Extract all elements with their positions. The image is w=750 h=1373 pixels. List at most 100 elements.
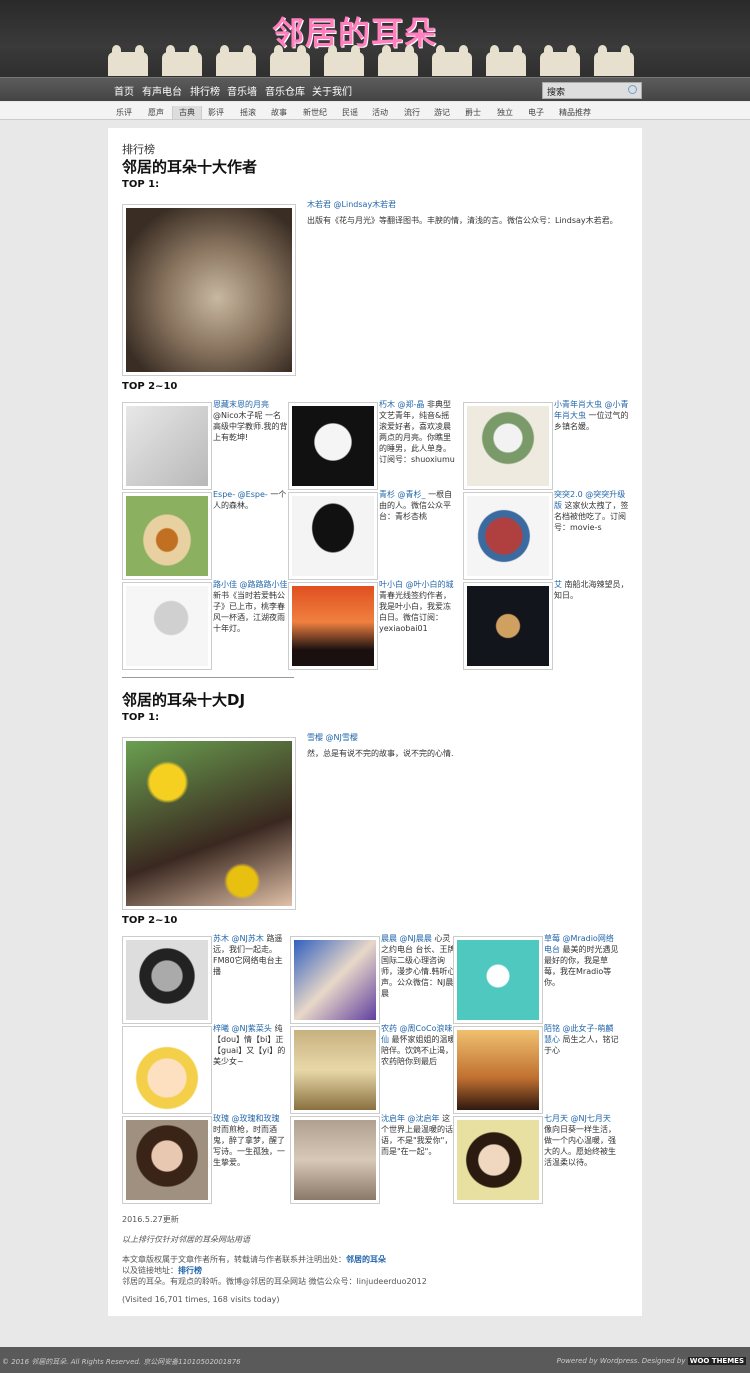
dj-name[interactable]: 七月天 @NJ七月天 — [544, 1114, 611, 1123]
dj-info: 梓曦 @NJ紫菜头 纯【dou】情【bi】正【guai】又【yi】的美少女~ — [213, 1023, 289, 1067]
author-name[interactable]: 路小佳 @路路路小佳 — [213, 580, 288, 589]
dj-photo[interactable] — [453, 936, 543, 1024]
footer-copyright: © 2016 邻居的耳朵. All Rights Reserved. 京公网安备… — [2, 1358, 241, 1366]
dj-name[interactable]: 苏木 @NJ苏木 — [213, 934, 264, 943]
woothemes-logo[interactable]: WOO THEMES — [687, 1357, 746, 1365]
update-date: 2016.5.27更新 — [122, 1215, 179, 1224]
author-photo[interactable] — [288, 402, 378, 490]
dj-name[interactable]: 晨晨 @NJ晨晨 — [381, 934, 432, 943]
search-icon[interactable] — [628, 85, 637, 94]
site-link[interactable]: 邻居的耳朵 — [346, 1255, 386, 1264]
author-info: 突突2.0 @突突升级版 这家伙太拽了，签名档被他吃了。订阅号：movie-s — [554, 489, 630, 533]
dj-name[interactable]: 玫瑰 @玫瑰和玫瑰 — [213, 1114, 280, 1123]
subnav-item[interactable]: 独立 — [497, 107, 513, 118]
authors-top1-label: TOP 1: — [122, 179, 160, 190]
author-photo[interactable] — [463, 492, 553, 580]
subnav-item[interactable]: 精品推荐 — [559, 107, 591, 118]
author-photo[interactable] — [288, 492, 378, 580]
author-name[interactable]: 青杉 @青杉_ — [379, 490, 426, 499]
nav-radio[interactable]: 有声电台 — [142, 83, 182, 98]
author-photo[interactable] — [463, 582, 553, 670]
author-name[interactable]: 叶小白 @叶小白的城 — [379, 580, 454, 589]
dj-info: 苏木 @NJ苏木 路遥远，我们一起走。FM80它网络电台主播 — [213, 933, 289, 977]
subnav-item[interactable]: 影评 — [208, 107, 224, 118]
dj-top1-label: TOP 1: — [122, 712, 160, 723]
ranking-link[interactable]: 排行榜 — [178, 1266, 202, 1275]
author-info: 小青年肖大虫 @小青年肖大虫 一位过气的乡镇名媛。 — [554, 399, 630, 432]
section-divider — [122, 677, 294, 678]
subnav-item[interactable]: 活动 — [372, 107, 388, 118]
author-photo[interactable] — [122, 402, 212, 490]
dj-photo[interactable] — [122, 936, 212, 1024]
author-name[interactable]: 朽木 @郑-晶 — [379, 400, 424, 409]
subnav-item[interactable]: 乐评 — [116, 107, 132, 118]
author-name[interactable]: 艾 — [554, 580, 562, 589]
dj-photo[interactable] — [453, 1026, 543, 1114]
subnav-item[interactable]: 新世纪 — [303, 107, 327, 118]
author-top1-photo[interactable] — [122, 204, 296, 376]
dj-photo[interactable] — [122, 1026, 212, 1114]
nav-home[interactable]: 首页 — [114, 83, 134, 98]
footer-credits: Powered by Wordpress. Designed by WOO TH… — [556, 1357, 746, 1365]
site-footer: © 2016 邻居的耳朵. All Rights Reserved. 京公网安备… — [0, 1347, 750, 1373]
dj-desc: 最怀家姐姐的温暖陪伴。饮鸩不止渴，农药陪你到最后 — [381, 1035, 456, 1066]
author-name[interactable]: 恩藏末恩的月亮 — [213, 400, 269, 409]
subnav-item[interactable]: 古典 — [172, 106, 202, 119]
copyright-line-1: 本文章版权属于文章作者所有，转载请与作者联系并注明出处：邻居的耳朵 — [122, 1255, 386, 1264]
author-top1-desc: 出版有《花与月光》等翻译图书。丰腴的情，清浅的言。微信公众号：Lindsay木若… — [307, 216, 618, 225]
author-info: 青杉 @青杉_ 一根自由的人。微信公众平台：青杉杏桃 — [379, 489, 455, 522]
main-nav: 首页 有声电台 排行榜 音乐墙 音乐仓库 关于我们 搜索 — [0, 77, 750, 101]
dj-photo[interactable] — [453, 1116, 543, 1204]
nav-music-warehouse[interactable]: 音乐仓库 — [265, 83, 305, 98]
author-top1-info: 木若君 @Lindsay木若君 出版有《花与月光》等翻译图书。丰腴的情，清浅的言… — [307, 199, 627, 226]
dj-info: 草莓 @Mradio网络电台 最美的时光遇见最好的你，我是草莓，我在Mradio… — [544, 933, 620, 988]
author-desc: 新书《当时若爱韩公子》已上市，桃李春风一杯酒，江湖夜雨十年灯。 — [213, 591, 285, 633]
dj-photo[interactable] — [122, 1116, 212, 1204]
author-photo[interactable] — [288, 582, 378, 670]
dj-info: 农药 @周CoCo浪味仙 最怀家姐姐的温暖陪伴。饮鸩不止渴，农药陪你到最后 — [381, 1023, 457, 1067]
dj-desc: 像向日葵一样生活，做一个内心温暖，强大的人。愿始终被生活温柔以待。 — [544, 1125, 616, 1167]
dj-name[interactable]: 沈启年 @沈启年 — [381, 1114, 440, 1123]
subnav-item[interactable]: 流行 — [404, 107, 420, 118]
author-photo[interactable] — [122, 582, 212, 670]
nav-music-wall[interactable]: 音乐墙 — [227, 83, 257, 98]
dj-name[interactable]: 梓曦 @NJ紫菜头 — [213, 1024, 272, 1033]
subnav-item[interactable]: 愿声 — [148, 107, 164, 118]
author-desc: 这家伙太拽了，签名档被他吃了。订阅号：movie-s — [554, 501, 629, 532]
subnav-item[interactable]: 爵士 — [465, 107, 481, 118]
search-input[interactable]: 搜索 — [542, 82, 642, 99]
dj-top1-photo[interactable] — [122, 737, 296, 910]
author-info: 恩藏末恩的月亮 @Nico木子呢 一名高级中学教师.我的背上有乾坤! — [213, 399, 289, 443]
subnav-item[interactable]: 民谣 — [342, 107, 358, 118]
author-info: 叶小白 @叶小白的城 青春光线签约作者，我是叶小白，我爱冻白日。微信订阅：yex… — [379, 579, 455, 634]
dj-photo[interactable] — [290, 1116, 380, 1204]
dj-top1-name[interactable]: 雪樱 @NJ雪樱 — [307, 732, 627, 743]
dj-info: 玫瑰 @玫瑰和玫瑰 时而煎枪，时而酒鬼，醉了拿梦，醒了写诗。一生孤独，一生挚爱。 — [213, 1113, 289, 1168]
author-info: 朽木 @郑-晶 非典型文艺青年，纯音&摇滚爱好者，喜欢凌晨两点的月亮。你瞧里的睡… — [379, 399, 455, 465]
author-photo[interactable] — [463, 402, 553, 490]
dj-desc: 心灵之约电台 台长、王牌国际二级心理咨询师，漫步心情.韩听心声。公众微信：NJ晨… — [381, 934, 456, 998]
subnav-item[interactable]: 故事 — [271, 107, 287, 118]
dj-photo[interactable] — [290, 936, 380, 1024]
subnav-item[interactable]: 游记 — [434, 107, 450, 118]
subnav-item[interactable]: 电子 — [528, 107, 544, 118]
author-top1-name[interactable]: 木若君 @Lindsay木若君 — [307, 199, 627, 210]
dj-info: 陌铭 @此女子-萌麟慧心 局生之人，铭记于心 — [544, 1023, 620, 1056]
nav-about[interactable]: 关于我们 — [312, 83, 352, 98]
author-info: 路小佳 @路路路小佳 新书《当时若爱韩公子》已上市，桃李春风一杯酒，江湖夜雨十年… — [213, 579, 289, 634]
breadcrumb: 排行榜 — [122, 143, 155, 156]
authors-top2-10-label: TOP 2~10 — [122, 381, 178, 392]
author-photo[interactable] — [122, 492, 212, 580]
dj-photo[interactable] — [290, 1026, 380, 1114]
nav-ranking[interactable]: 排行榜 — [190, 83, 220, 98]
author-name[interactable]: Espe- @Espe- — [213, 490, 270, 499]
dj-desc: 时而煎枪，时而酒鬼，醉了拿梦，醒了写诗。一生孤独，一生挚爱。 — [213, 1125, 285, 1167]
dj-top2-10-label: TOP 2~10 — [122, 915, 178, 926]
dj-info: 沈启年 @沈启年 这个世界上最温暖的话语，不是"我爱你"，而是"在一起"。 — [381, 1113, 457, 1157]
ranking-note: 以上排行仅针对邻居的耳朵网站用语 — [122, 1235, 250, 1244]
author-info: 艾 南船北海辣望员，知日。 — [554, 579, 630, 601]
dj-info: 晨晨 @NJ晨晨 心灵之约电台 台长、王牌国际二级心理咨询师，漫步心情.韩听心声… — [381, 933, 457, 999]
copyright-line-2: 以及链接地址：排行榜 — [122, 1266, 202, 1275]
author-desc: 南船北海辣望员，知日。 — [554, 580, 629, 600]
subnav-item[interactable]: 摇滚 — [240, 107, 256, 118]
